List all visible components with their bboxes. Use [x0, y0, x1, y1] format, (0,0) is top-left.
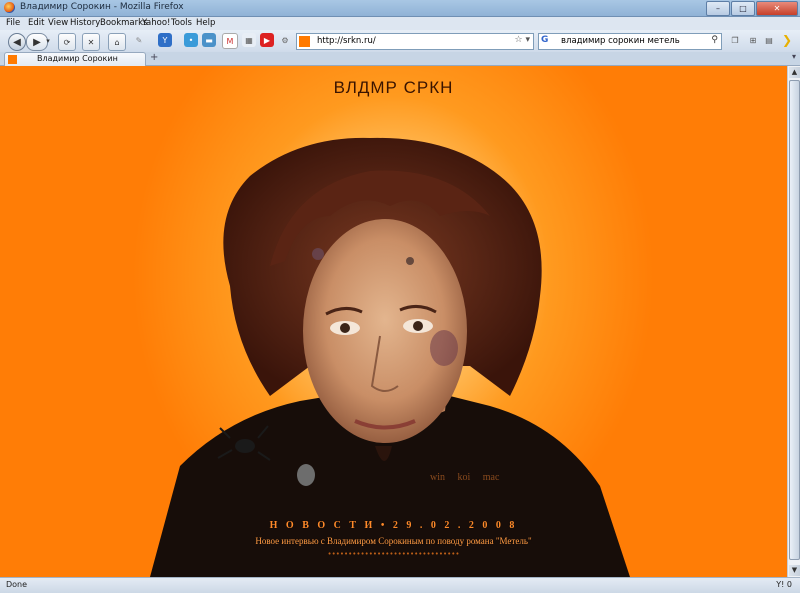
- encoding-links: win koi mac: [430, 472, 509, 483]
- magnifier-icon[interactable]: ⚲: [711, 35, 718, 45]
- google-search-icon: G: [541, 35, 549, 45]
- menu-view[interactable]: View: [48, 18, 68, 28]
- status-right: Y! 0: [776, 580, 792, 589]
- scroll-thumb[interactable]: [789, 80, 800, 560]
- tab-list-icon[interactable]: ▾: [792, 52, 796, 61]
- news-link[interactable]: Новое интервью с Владимиром Сорокиным по…: [0, 536, 787, 546]
- tool-icon[interactable]: ✎: [132, 33, 146, 47]
- scroll-up-icon[interactable]: ▲: [789, 67, 800, 78]
- status-counter: 0: [786, 580, 792, 589]
- page-icon[interactable]: ❐: [728, 33, 742, 47]
- firefox-icon: [4, 2, 15, 13]
- encoding-mac-link[interactable]: mac: [483, 472, 500, 483]
- news-divider: ••••••••••••••••••••••••••••••••: [327, 550, 460, 558]
- bookmark-star-icon[interactable]: ☆ ▾: [515, 35, 530, 45]
- back-button[interactable]: ◀: [8, 33, 26, 51]
- messenger-icon[interactable]: ▬: [202, 33, 216, 47]
- yahoo-toolbar-icon[interactable]: Y: [158, 33, 172, 47]
- menu-file[interactable]: File: [6, 18, 20, 28]
- news-heading: Н О В О С Т И • 2 9 . 0 2 . 2 0 0 8: [269, 520, 518, 531]
- menu-bookmarks[interactable]: Bookmarks: [100, 18, 148, 28]
- window-title: Владимир Сорокин - Mozilla Firefox: [20, 2, 184, 12]
- site-favicon-icon: [299, 36, 310, 47]
- search-query[interactable]: владимир сорокин метель: [561, 36, 680, 46]
- menu-history[interactable]: History: [70, 18, 100, 28]
- scroll-down-icon[interactable]: ▼: [789, 565, 800, 576]
- yahoo-status-icon[interactable]: Y!: [776, 580, 784, 589]
- status-bar: Done Y! 0: [0, 577, 800, 593]
- maximize-button[interactable]: □: [731, 1, 755, 16]
- minimize-button[interactable]: –: [706, 1, 730, 16]
- page-content: ВЛДМР СРКН win koi mac Н О В О С Т И • 2…: [0, 66, 787, 577]
- zoom-icon[interactable]: ⊞: [746, 33, 760, 47]
- title-bar: Владимир Сорокин - Mozilla Firefox – □ ✕: [0, 0, 800, 17]
- tab-current[interactable]: Владимир Сорокин: [4, 52, 146, 66]
- menu-help[interactable]: Help: [196, 18, 215, 28]
- url-text[interactable]: http://srkn.ru/: [317, 36, 376, 46]
- addons-icon[interactable]: ▤: [762, 33, 776, 47]
- calendar-icon[interactable]: ▦: [242, 33, 256, 47]
- encoding-win-link[interactable]: win: [430, 472, 445, 483]
- close-button[interactable]: ✕: [756, 1, 798, 16]
- settings-icon[interactable]: ⚙: [278, 33, 292, 47]
- menu-yahoo[interactable]: Yahoo!: [142, 18, 170, 28]
- reload-button[interactable]: ⟳: [58, 33, 76, 51]
- tab-label: Владимир Сорокин: [37, 54, 118, 63]
- portrait-image: [150, 137, 630, 577]
- address-bar[interactable]: http://srkn.ru/ ☆ ▾: [296, 33, 534, 50]
- vertical-scrollbar[interactable]: ▲ ▼: [787, 66, 800, 577]
- window-controls: – □ ✕: [706, 1, 798, 16]
- tab-bar: Владимир Сорокин + ▾: [0, 52, 800, 66]
- stop-button[interactable]: ✕: [82, 33, 100, 51]
- status-text: Done: [6, 580, 28, 589]
- home-button[interactable]: ⌂: [108, 33, 126, 51]
- youtube-icon[interactable]: ▶: [260, 33, 274, 47]
- tab-favicon-icon: [8, 55, 17, 64]
- menu-tools[interactable]: Tools: [171, 18, 192, 28]
- menu-edit[interactable]: Edit: [28, 18, 44, 28]
- chat-icon[interactable]: •: [184, 33, 198, 47]
- feed-chevron-icon[interactable]: ❯: [780, 33, 794, 47]
- navigation-toolbar: ◀ ▶ ▾ ⟳ ✕ ⌂ ✎ Y • ▬ M ▦ ▶ ⚙ http://srkn.…: [0, 30, 800, 53]
- mail-icon[interactable]: M: [222, 33, 238, 49]
- page-title: ВЛДМР СРКН: [333, 78, 454, 97]
- history-dropdown-icon[interactable]: ▾: [44, 33, 52, 49]
- search-box[interactable]: G владимир сорокин метель ⚲: [538, 33, 722, 50]
- menu-bar: File Edit View History Bookmarks Yahoo! …: [0, 17, 800, 30]
- encoding-koi-link[interactable]: koi: [458, 472, 471, 483]
- new-tab-button[interactable]: +: [150, 52, 158, 63]
